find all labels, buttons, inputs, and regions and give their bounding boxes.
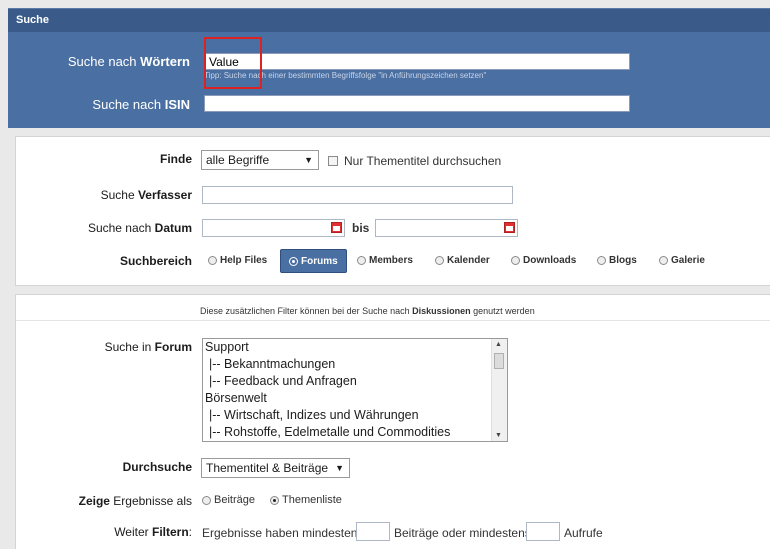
- list-item[interactable]: |-- Rohstoffe, Edelmetalle und Commoditi…: [203, 424, 507, 441]
- radio-icon: [511, 256, 520, 265]
- suchbereich-option-forums[interactable]: Forums: [280, 249, 347, 273]
- verfasser-label: Suche Verfasser: [100, 188, 192, 202]
- durchsuche-selected-value: Thementitel & Beiträge: [206, 461, 329, 475]
- suchbereich-option-downloads[interactable]: Downloads: [511, 255, 576, 266]
- option-label: Forums: [301, 255, 338, 267]
- highlight-box: [204, 37, 262, 89]
- datum-from-input[interactable]: [202, 219, 345, 237]
- min-views-input[interactable]: [526, 522, 560, 541]
- forum-listbox[interactable]: Support |-- Bekanntmachungen |-- Feedbac…: [202, 338, 508, 442]
- suchbereich-option-members[interactable]: Members: [357, 255, 413, 266]
- thementitel-checkbox-label: Nur Thementitel durchsuchen: [344, 154, 502, 168]
- isin-input[interactable]: [204, 95, 630, 112]
- discussion-filter-hint: Diese zusätzlichen Filter können bei der…: [200, 306, 535, 316]
- scroll-up-icon[interactable]: ▲: [495, 341, 502, 348]
- datum-between-label: bis: [352, 221, 370, 235]
- list-item[interactable]: |-- Wirtschaft, Indizes und Währungen: [203, 407, 507, 424]
- option-label: Blogs: [609, 255, 637, 266]
- option-label: Themenliste: [282, 494, 342, 506]
- list-item[interactable]: |-- Feedback und Anfragen: [203, 373, 507, 390]
- radio-icon: [435, 256, 444, 265]
- list-item[interactable]: |-- Bekanntmachungen: [203, 356, 507, 373]
- isin-label: Suche nach ISIN: [92, 97, 190, 112]
- words-label: Suche nach Wörtern: [67, 54, 190, 69]
- radio-icon: [202, 495, 211, 505]
- zeige-option-beitraege[interactable]: Beiträge: [202, 494, 255, 506]
- finde-select[interactable]: alle Begriffe ▼: [201, 150, 319, 170]
- primary-search-panel: Suche nach Wörtern Tipp: Suche nach eine…: [8, 32, 770, 128]
- verfasser-input[interactable]: [202, 186, 513, 204]
- finde-selected-value: alle Begriffe: [206, 153, 270, 167]
- option-label: Beiträge: [214, 494, 255, 506]
- forum-label: Suche in Forum: [104, 340, 192, 354]
- suchbereich-option-help-files[interactable]: Help Files: [208, 255, 267, 266]
- durchsuche-select[interactable]: Thementitel & Beiträge ▼: [201, 458, 350, 478]
- radio-icon: [659, 256, 668, 265]
- durchsuche-label: Durchsuche: [122, 460, 192, 474]
- scrollbar-thumb[interactable]: [494, 353, 504, 369]
- datum-to-input[interactable]: [375, 219, 518, 237]
- option-label: Downloads: [523, 255, 577, 266]
- datum-label: Suche nach Datum: [87, 221, 192, 235]
- suchbereich-option-galerie[interactable]: Galerie: [659, 255, 705, 266]
- suchbereich-label: Suchbereich: [119, 254, 192, 268]
- suchbereich-option-blogs[interactable]: Blogs: [597, 255, 637, 266]
- scroll-down-icon[interactable]: ▼: [495, 432, 502, 439]
- chevron-down-icon: ▼: [304, 155, 313, 165]
- list-item[interactable]: Börsenwelt: [203, 390, 507, 407]
- radio-icon: [597, 256, 606, 265]
- title-bar: Suche: [8, 8, 770, 33]
- finde-label: Finde: [160, 152, 192, 166]
- min-posts-input[interactable]: [356, 522, 390, 541]
- option-label: Help Files: [220, 255, 268, 266]
- page-title: Suche: [16, 14, 50, 26]
- option-label: Kalender: [447, 255, 490, 266]
- zeige-option-themenliste[interactable]: Themenliste: [270, 494, 342, 506]
- words-input[interactable]: [204, 53, 630, 70]
- radio-selected-icon: [270, 495, 279, 505]
- option-label: Galerie: [671, 255, 705, 266]
- radio-selected-icon: [289, 256, 298, 266]
- filter-text-3: Aufrufe: [564, 526, 603, 540]
- radio-icon: [357, 256, 366, 265]
- filter-text-1: Ergebnisse haben mindestens: [202, 526, 364, 540]
- filter-label: Weiter Filtern:: [114, 525, 192, 539]
- zeige-label: Zeige Ergebnisse als: [78, 494, 192, 508]
- calendar-icon[interactable]: [331, 222, 342, 233]
- calendar-icon[interactable]: [504, 222, 515, 233]
- divider: [16, 320, 770, 321]
- forum-scrollbar[interactable]: ▲ ▼: [491, 339, 507, 441]
- list-item[interactable]: Support: [203, 339, 507, 356]
- suchbereich-option-kalender[interactable]: Kalender: [435, 255, 490, 266]
- chevron-down-icon: ▼: [335, 463, 344, 473]
- thementitel-checkbox[interactable]: [328, 156, 338, 166]
- filter-text-2: Beiträge oder mindestens: [394, 526, 531, 540]
- radio-icon: [208, 256, 217, 265]
- option-label: Members: [369, 255, 413, 266]
